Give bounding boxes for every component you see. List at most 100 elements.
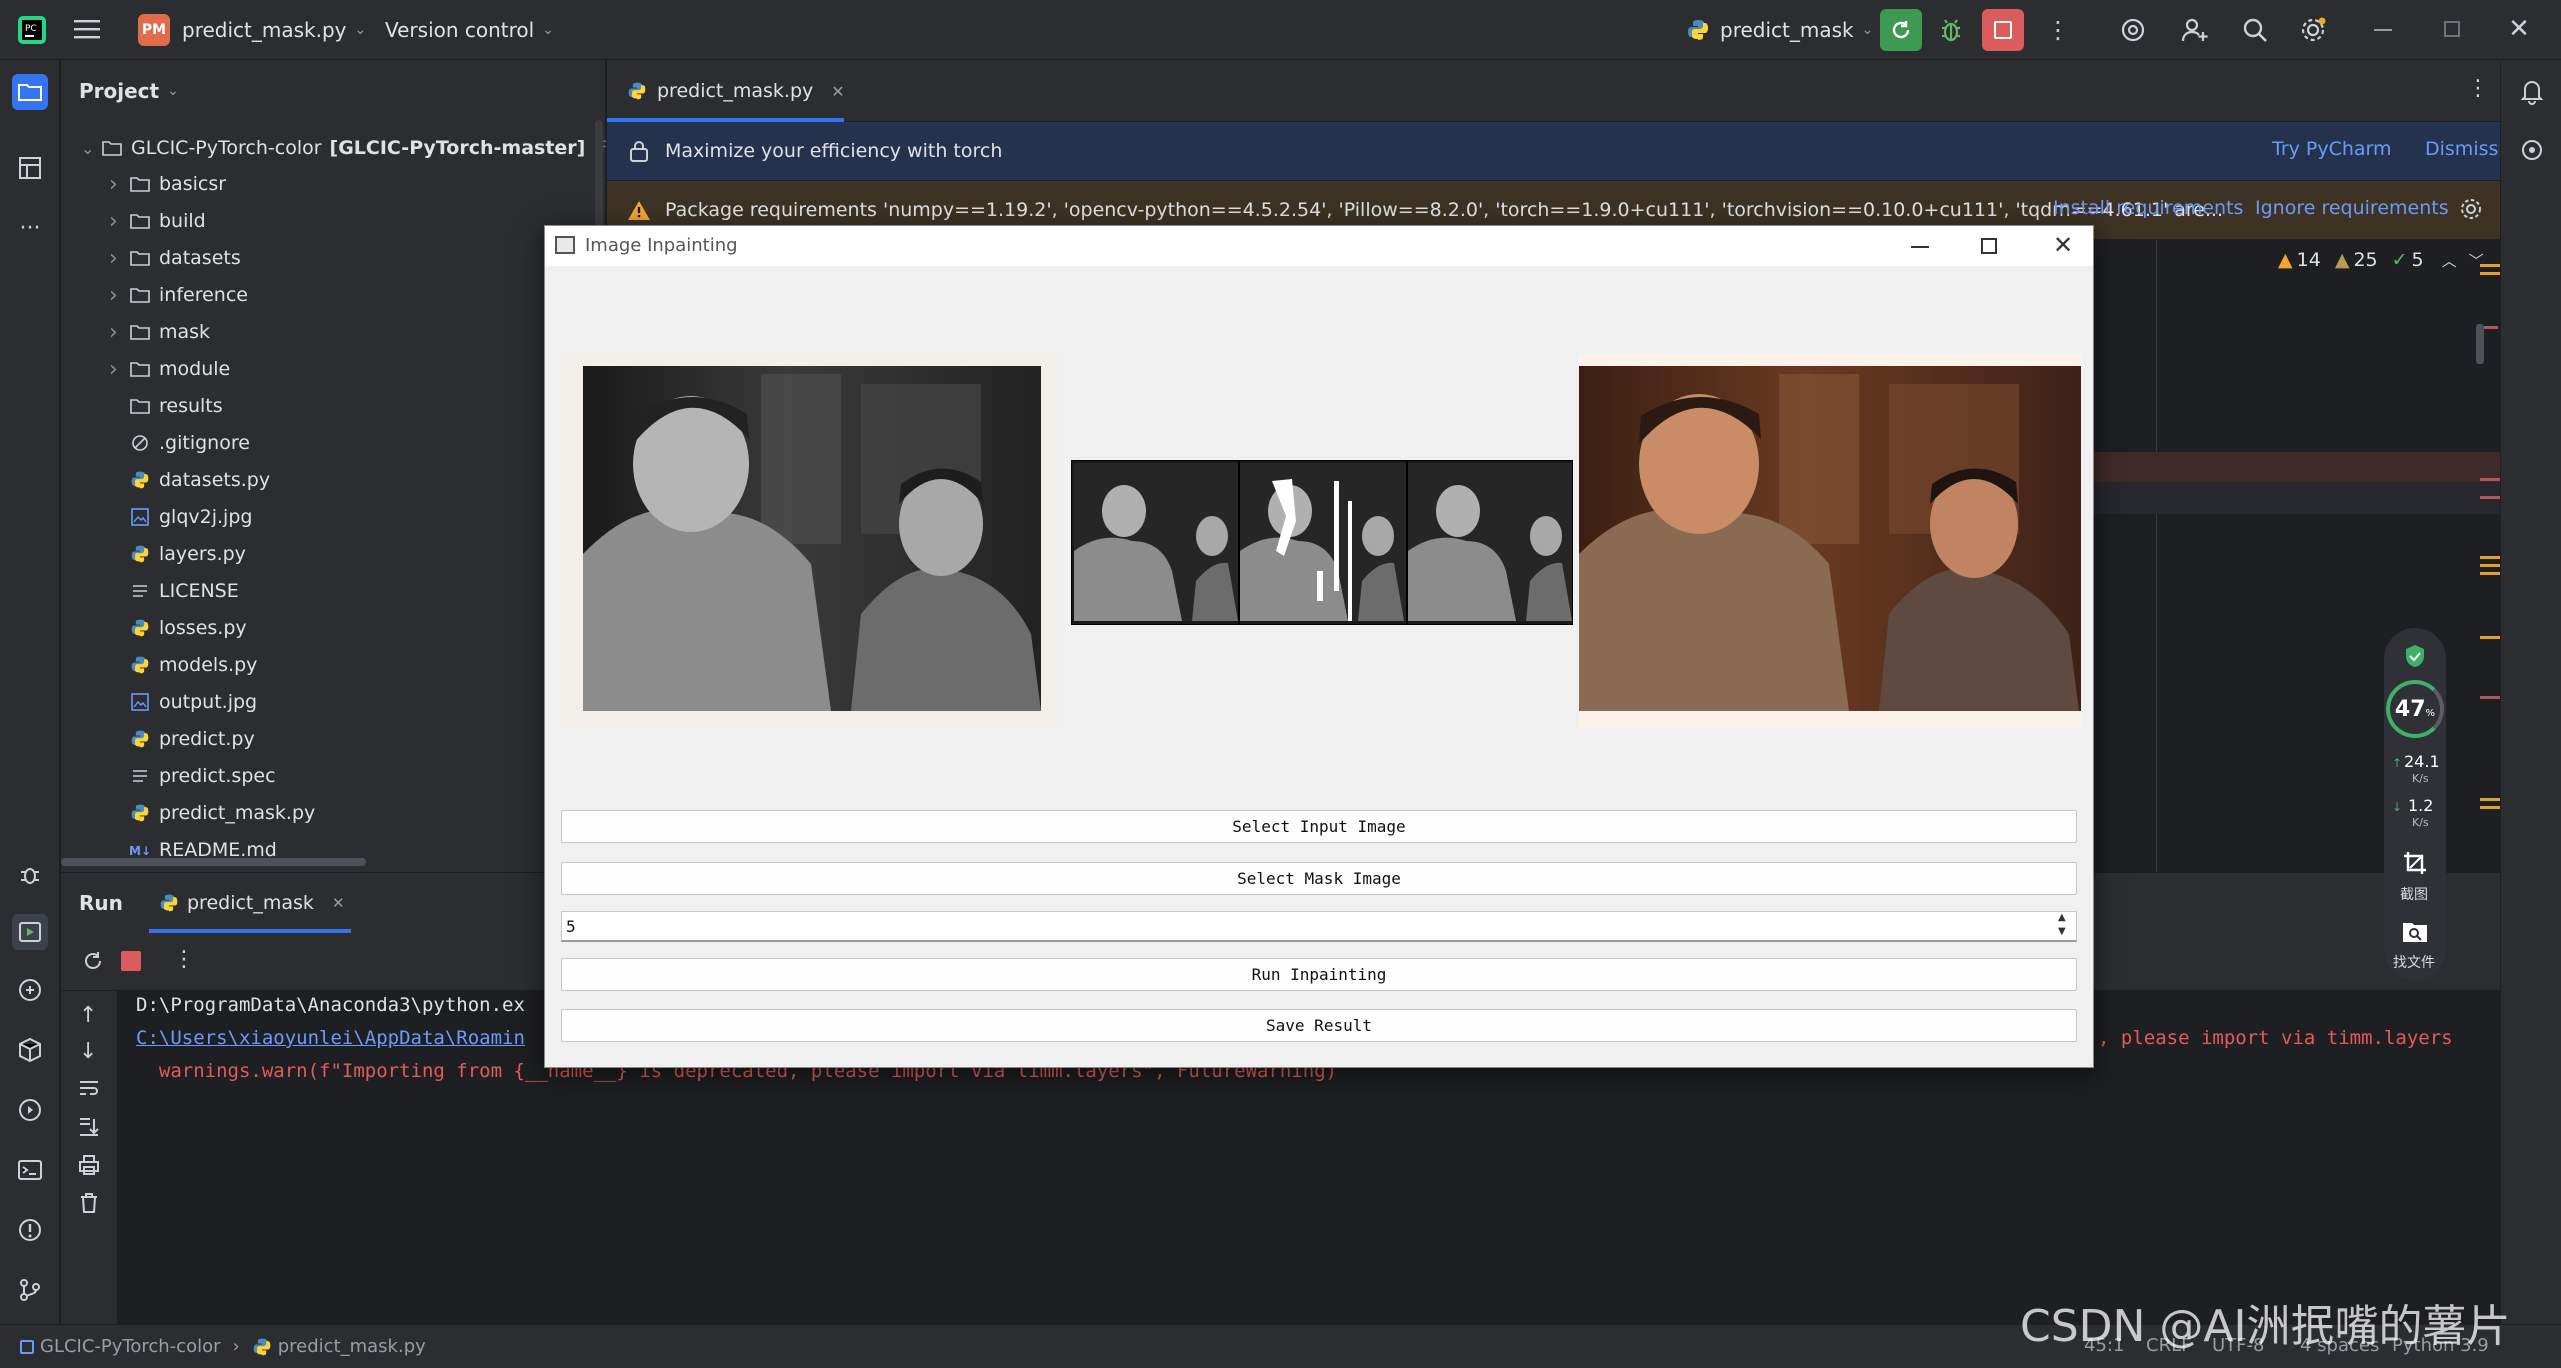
add-user-icon[interactable] [2180, 15, 2210, 45]
more-tools-icon[interactable]: ··· [14, 212, 46, 244]
tree-item-inference[interactable]: › inference [109, 277, 248, 313]
ai-assistant-icon[interactable] [2118, 15, 2148, 45]
clear-trash-icon[interactable] [77, 1191, 101, 1215]
python-packages-icon[interactable] [14, 1034, 46, 1066]
tree-item-datasets[interactable]: › datasets [109, 240, 241, 276]
banner-settings-icon[interactable] [2459, 197, 2483, 221]
breadcrumb-file[interactable]: predict_mask.py [278, 1336, 426, 1357]
editor-more-icon[interactable]: ⋮ [2467, 76, 2489, 104]
folder-icon [129, 359, 151, 379]
search-icon[interactable] [2240, 15, 2270, 45]
run-tab[interactable]: predict_mask ✕ [159, 889, 345, 917]
close-tab-icon[interactable]: ✕ [831, 82, 844, 101]
rerun-button[interactable] [1880, 9, 1922, 51]
chevron-right-icon[interactable]: › [109, 320, 129, 345]
ai-chat-icon[interactable] [2517, 136, 2547, 166]
restore-window-icon[interactable] [2444, 21, 2460, 37]
tree-item-losses-py[interactable]: losses.py [109, 610, 247, 646]
tree-item-module[interactable]: › module [109, 351, 230, 387]
select-mask-image-button[interactable]: Select Mask Image [561, 862, 2077, 895]
horizontal-scrollbar[interactable] [61, 858, 366, 866]
rerun-icon[interactable] [81, 949, 105, 973]
spin-up-icon[interactable]: ▲ [2058, 912, 2066, 923]
more-actions-icon[interactable]: ⋮ [173, 947, 195, 972]
dismiss-link[interactable]: Dismiss [2425, 138, 2498, 160]
chevron-right-icon[interactable]: › [109, 357, 129, 382]
debug-button[interactable] [1936, 15, 1966, 45]
scroll-down-icon[interactable]: ↓ [79, 1039, 97, 1064]
scroll-to-end-icon[interactable] [77, 1115, 101, 1139]
tree-item-mask[interactable]: › mask [109, 314, 210, 350]
chevron-right-icon[interactable]: › [109, 172, 129, 197]
chevron-right-icon[interactable]: › [109, 283, 129, 308]
try-pycharm-link[interactable]: Try PyCharm [2272, 138, 2392, 160]
minimize-window-icon[interactable] [2374, 29, 2392, 31]
tree-item-glqv2j-jpg[interactable]: glqv2j.jpg [109, 499, 252, 535]
tree-item--gitignore[interactable]: .gitignore [109, 425, 250, 461]
project-widget[interactable]: PM predict_mask.py ⌄ [138, 14, 366, 46]
warnings-count: 14 [2296, 249, 2321, 271]
stop-button[interactable] [1982, 9, 2024, 51]
run-tool-icon[interactable] [12, 914, 48, 950]
tree-item-predict-py[interactable]: predict.py [109, 721, 255, 757]
notifications-icon[interactable] [2517, 76, 2547, 106]
breadcrumb-project[interactable]: GLCIC-PyTorch-color [40, 1336, 221, 1357]
problems-icon[interactable] [14, 1214, 46, 1246]
ignore-file-icon [129, 433, 151, 453]
editor-tab[interactable]: predict_mask.py ✕ [627, 76, 845, 106]
select-input-image-button[interactable]: Select Input Image [561, 810, 2077, 843]
chevron-right-icon[interactable]: › [109, 209, 129, 234]
git-icon[interactable] [14, 1274, 46, 1306]
soft-wrap-icon[interactable] [77, 1077, 101, 1101]
tree-root[interactable]: ⌄ GLCIC-PyTorch-color [GLCIC-PyTorch-mas… [81, 130, 652, 166]
tree-item-results[interactable]: results [109, 388, 223, 424]
inspection-widget[interactable]: ▲ 14 ▲ 25 ✓ 5 ︿ ﹀ [2278, 247, 2484, 273]
close-window-icon[interactable]: ✕ [2049, 231, 2077, 259]
run-config-selector[interactable]: predict_mask ⌄ [1686, 14, 1873, 46]
tree-item-license[interactable]: LICENSE [109, 573, 239, 609]
project-folder-icon[interactable] [12, 74, 48, 110]
debug-tool-icon[interactable] [14, 858, 46, 890]
project-panel-header[interactable]: Project ⌄ [79, 76, 179, 106]
main-menu-icon[interactable] [74, 18, 100, 40]
spin-down-icon[interactable]: ▼ [2058, 926, 2066, 937]
tree-item-datasets-py[interactable]: datasets.py [109, 462, 270, 498]
install-requirements-link[interactable]: Install requirements [2053, 197, 2243, 219]
tree-item-predict-mask-py[interactable]: predict_mask.py [109, 795, 315, 831]
tree-item-predict-spec[interactable]: predict.spec [109, 758, 276, 794]
chevron-up-icon[interactable]: ︿ [2442, 250, 2457, 271]
iterations-spinbox[interactable]: 5 ▲ ▼ [561, 911, 2077, 942]
crop-screenshot-icon[interactable] [2402, 850, 2428, 876]
maximize-window-icon[interactable] [1981, 238, 1997, 254]
more-actions-icon[interactable]: ⋮ [2046, 16, 2070, 44]
tree-item-layers-py[interactable]: layers.py [109, 536, 246, 572]
pycharm-logo-icon[interactable]: PC [16, 14, 48, 46]
close-window-icon[interactable]: ✕ [2504, 14, 2534, 44]
find-file-icon[interactable] [2402, 920, 2428, 944]
save-result-button[interactable]: Save Result [561, 1009, 2077, 1042]
console-link[interactable]: C:\Users\xiaoyunlei\AppData\Roamin [136, 1027, 525, 1049]
scroll-up-icon[interactable]: ↑ [79, 1003, 97, 1028]
ignore-requirements-link[interactable]: Ignore requirements [2255, 197, 2449, 219]
markdown-file-icon: M↓ [129, 840, 151, 860]
services-icon[interactable] [14, 1094, 46, 1126]
tree-item-basicsr[interactable]: › basicsr [109, 166, 226, 202]
system-monitor-widget[interactable]: 47 % ↑ 24.1 K/s ↓ 1.2 K/s 截图 找文件 [2384, 628, 2446, 980]
tree-item-build[interactable]: › build [109, 203, 206, 239]
tree-item-label: inference [159, 284, 248, 306]
tree-item-models-py[interactable]: models.py [109, 647, 257, 683]
project-badge: PM [138, 14, 170, 46]
close-tab-icon[interactable]: ✕ [332, 894, 345, 912]
vcs-widget[interactable]: Version control ⌄ [385, 14, 554, 46]
minimize-window-icon[interactable] [1911, 246, 1929, 248]
chevron-right-icon[interactable]: › [109, 246, 129, 271]
screenshot-label: 截图 [2400, 887, 2428, 903]
structure-icon[interactable] [14, 152, 46, 184]
settings-gear-icon[interactable] [2298, 15, 2328, 45]
tree-item-output-jpg[interactable]: output.jpg [109, 684, 257, 720]
stop-icon[interactable] [121, 951, 141, 971]
run-inpainting-button[interactable]: Run Inpainting [561, 958, 2077, 991]
print-icon[interactable] [77, 1153, 101, 1177]
python-console-icon[interactable] [14, 974, 46, 1006]
terminal-icon[interactable] [14, 1154, 46, 1186]
